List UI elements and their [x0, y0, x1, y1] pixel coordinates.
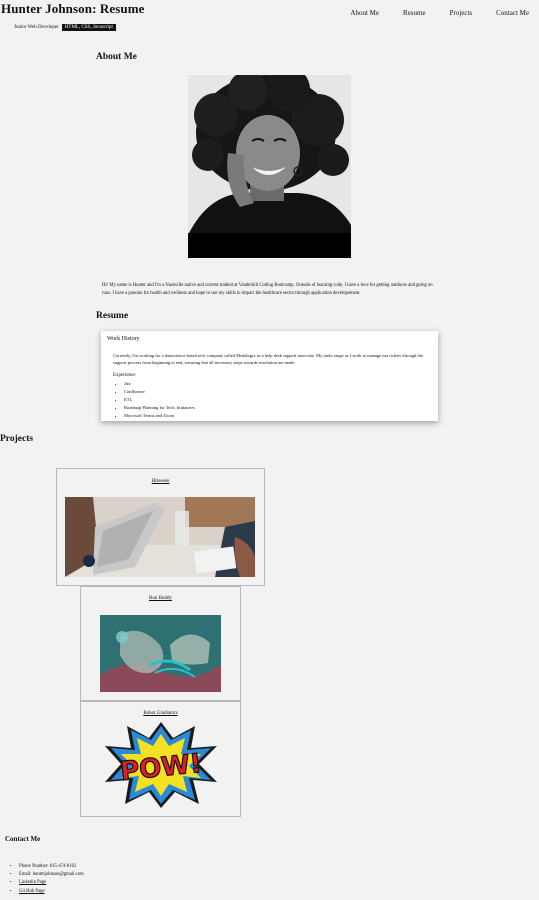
project-link-run-buddy[interactable]: Run Buddy: [81, 596, 240, 601]
project-image-hireseen[interactable]: [65, 497, 255, 577]
site-subtitle: Junior Web Developer HTML, CSS, Javascri…: [14, 24, 116, 31]
work-history-title: Work History: [107, 336, 140, 342]
contact-linkedin-item: Linkedin Page: [19, 879, 84, 887]
experience-item: Roadmap Planning for Tech. Initiatives: [124, 404, 432, 412]
experience-item: Confluence: [124, 388, 432, 396]
nav-contact-me[interactable]: Contact Me: [496, 9, 529, 17]
experience-list: Jira Confluence ETL Roadmap Planning for…: [124, 380, 432, 419]
nav-resume[interactable]: Resume: [403, 9, 426, 17]
about-bio: Hi! My name is Hunter and I'm a Nashvill…: [102, 283, 433, 296]
skills-badge: HTML, CSS, Javascript: [61, 24, 116, 31]
main-nav: About Me Resume Projects Contact Me: [350, 9, 529, 17]
projects-heading: Projects: [0, 434, 34, 444]
site-title: Hunter Johnson: Resume: [1, 1, 145, 16]
about-heading: About Me: [96, 52, 137, 62]
contact-github-item: Git Hub Page: [19, 888, 84, 896]
contact-email: Email: huntmjohnson@gmail.com: [19, 871, 84, 879]
nav-about-me[interactable]: About Me: [350, 9, 379, 17]
experience-item: Microsoft Teams and Zoom: [124, 412, 432, 420]
experience-item: ETL: [124, 396, 432, 404]
linkedin-link[interactable]: Linkedin Page: [19, 880, 46, 885]
experience-item: Jira: [124, 380, 432, 388]
experience-label: Experience: [113, 373, 136, 379]
contact-phone: Phone Number: 615-474-8162: [19, 863, 84, 871]
project-image-robot-gladiators[interactable]: POW!: [103, 718, 219, 810]
role-label: Junior Web Developer: [14, 25, 59, 30]
work-history-text: Currently, I'm working for a datascience…: [113, 353, 423, 366]
github-link[interactable]: Git Hub Page: [19, 889, 45, 894]
project-link-robot-gladiators[interactable]: Robot Gladiators: [81, 711, 240, 716]
project-card-run-buddy: Run Buddy: [80, 586, 241, 701]
project-card-hireseen: Hireseen: [56, 468, 265, 586]
resume-card: Work History Currently, I'm working for …: [101, 331, 438, 421]
project-card-robot-gladiators: Robot Gladiators POW!: [80, 701, 241, 817]
project-image-run-buddy[interactable]: [100, 615, 221, 692]
contact-list: Phone Number: 615-474-8162 Email: huntmj…: [19, 863, 84, 896]
project-link-hireseen[interactable]: Hireseen: [57, 479, 264, 484]
contact-heading: Contact Me: [5, 835, 41, 843]
resume-heading: Resume: [96, 311, 129, 321]
profile-photo: [188, 75, 351, 258]
nav-projects[interactable]: Projects: [450, 9, 473, 17]
